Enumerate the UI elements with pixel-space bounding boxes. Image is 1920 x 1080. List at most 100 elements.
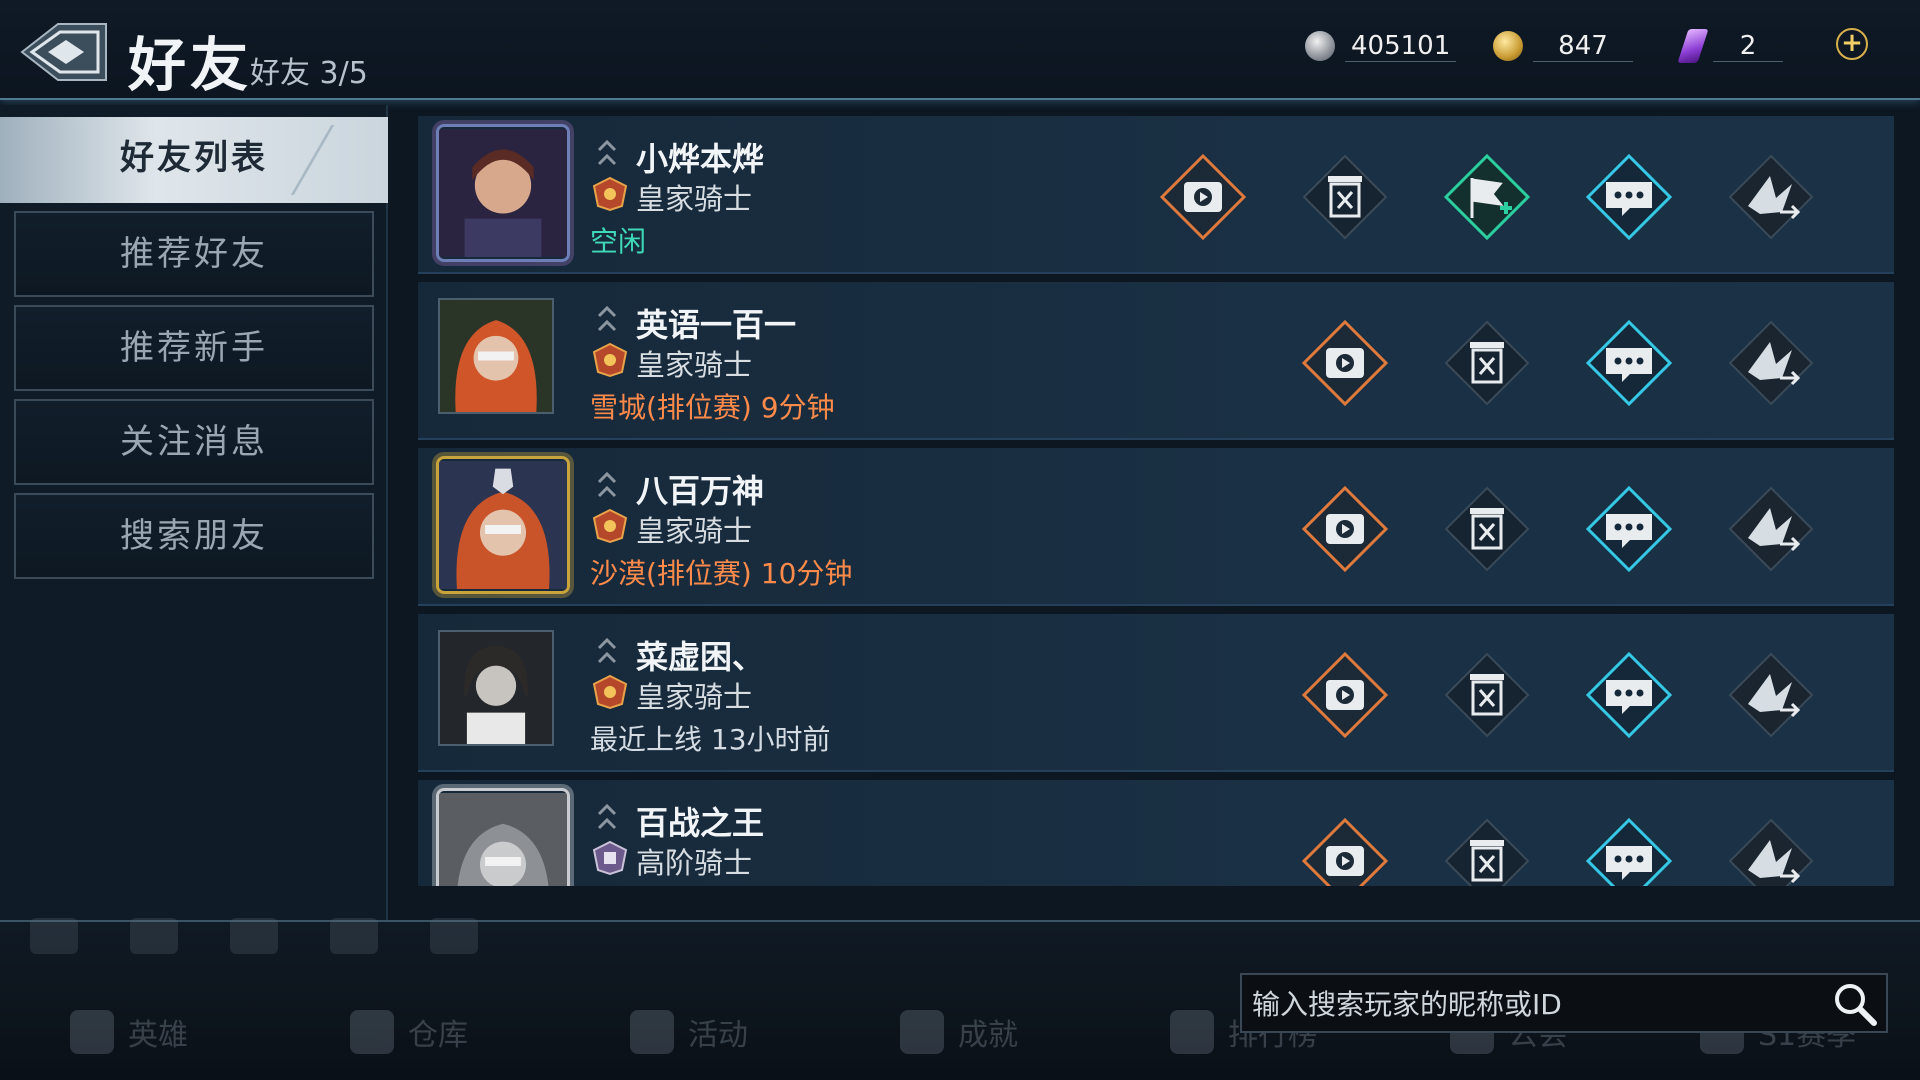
gold-amount: 847	[1533, 31, 1633, 62]
sidebar-item-label: 搜索朋友	[120, 516, 268, 556]
send-gift-button[interactable]	[1726, 318, 1816, 408]
rank-arrow-icon	[597, 139, 617, 166]
avatar[interactable]	[438, 298, 554, 414]
player-portrait-icon	[440, 300, 552, 412]
silver-coin-icon	[1305, 31, 1335, 61]
avatar[interactable]	[436, 456, 570, 594]
friend-name: 小烨本烨	[636, 140, 765, 178]
friend-name: 菜虚困、	[636, 638, 765, 676]
mail-icon	[330, 918, 378, 954]
chat-button[interactable]	[1584, 152, 1674, 242]
back-arrow-icon	[20, 23, 107, 81]
trophy-icon	[900, 1010, 944, 1054]
send-gift-button[interactable]	[1726, 650, 1816, 740]
friend-row[interactable]: 八百万神 皇家骑士 沙漠(排位赛) 10分钟	[418, 448, 1894, 606]
royal-knight-badge-icon	[592, 342, 628, 378]
royal-knight-badge-icon	[592, 508, 628, 544]
watch-button[interactable]	[1300, 318, 1390, 408]
delete-friend-button[interactable]	[1442, 484, 1532, 574]
friend-name: 八百万神	[636, 472, 765, 510]
avatar[interactable]	[436, 124, 570, 262]
add-currency-button[interactable]: +	[1836, 28, 1868, 60]
silver-currency: 405101	[1305, 26, 1457, 66]
chat-button[interactable]	[1584, 650, 1674, 740]
avatar[interactable]	[436, 788, 570, 886]
royal-knight-badge-icon	[592, 176, 628, 212]
top-bar: 好友 好友 3/5 405101 847 2 +	[0, 0, 1920, 100]
trash-icon	[1444, 486, 1530, 572]
send-gift-button[interactable]	[1726, 816, 1816, 886]
friend-row[interactable]: 菜虚困、 皇家骑士 最近上线 13小时前	[418, 614, 1894, 772]
back-button[interactable]	[18, 20, 110, 84]
chat-button[interactable]	[1584, 484, 1674, 574]
friend-row[interactable]: 百战之王 高阶骑士	[418, 780, 1894, 886]
sidebar-item-friend-list[interactable]: 好友列表	[0, 117, 388, 203]
sidebar-item-search-friends[interactable]: 搜索朋友	[14, 493, 374, 579]
sidebar-item-recommend-friends[interactable]: 推荐好友	[14, 211, 374, 297]
profile-icon	[430, 918, 478, 954]
friend-title: 皇家骑士	[636, 182, 753, 216]
send-gift-button[interactable]	[1726, 152, 1816, 242]
watch-button[interactable]	[1300, 816, 1390, 886]
invite-team-button[interactable]	[1442, 152, 1532, 242]
sidebar-item-label: 好友列表	[120, 138, 268, 178]
chat-bubble-icon	[1585, 319, 1673, 407]
friend-list[interactable]: 小烨本烨 皇家骑士 空闲 英语一百一 皇家骑士 雪城(排位赛) 9分钟 八百万神…	[418, 116, 1894, 886]
delete-friend-button[interactable]	[1442, 318, 1532, 408]
paper-crane-icon	[1728, 818, 1814, 886]
watch-replay-icon	[1301, 319, 1389, 407]
paper-crane-icon	[1728, 486, 1814, 572]
trash-icon	[1444, 818, 1530, 886]
silver-amount: 405101	[1345, 31, 1457, 62]
player-portrait-icon	[440, 632, 552, 744]
hero-icon	[70, 1010, 114, 1054]
nav-events[interactable]: 活动	[630, 1010, 748, 1054]
senior-knight-badge-icon	[592, 840, 628, 876]
nav-heroes[interactable]: 英雄	[70, 1010, 188, 1054]
friend-row[interactable]: 小烨本烨 皇家骑士 空闲	[418, 116, 1894, 274]
purple-gem-icon	[1677, 29, 1709, 63]
friend-title: 皇家骑士	[636, 514, 753, 548]
trash-icon	[1302, 154, 1388, 240]
paper-crane-icon	[1728, 652, 1814, 738]
sidebar-item-follow-messages[interactable]: 关注消息	[14, 399, 374, 485]
chat-bubble-icon	[1585, 153, 1673, 241]
book-icon	[230, 918, 278, 954]
leaderboard-icon	[1170, 1010, 1214, 1054]
delete-friend-button[interactable]	[1442, 650, 1532, 740]
friend-title: 皇家骑士	[636, 680, 753, 714]
search-icon[interactable]	[1830, 979, 1880, 1029]
chat-bubble-icon	[1585, 485, 1673, 573]
watch-replay-icon	[1301, 651, 1389, 739]
friend-title: 皇家骑士	[636, 348, 753, 382]
rank-arrow-icon	[597, 637, 617, 664]
watch-replay-icon	[1301, 485, 1389, 573]
watch-button[interactable]	[1300, 484, 1390, 574]
friend-status: 最近上线 13小时前	[590, 723, 831, 756]
gem-currency: 2	[1677, 26, 1783, 66]
friend-row[interactable]: 英语一百一 皇家骑士 雪城(排位赛) 9分钟	[418, 282, 1894, 440]
delete-friend-button[interactable]	[1442, 816, 1532, 886]
gem-amount: 2	[1713, 31, 1783, 62]
royal-knight-badge-icon	[592, 674, 628, 710]
chat-button[interactable]	[1584, 816, 1674, 886]
nav-achievements[interactable]: 成就	[900, 1010, 1018, 1054]
send-gift-button[interactable]	[1726, 484, 1816, 574]
chat-button[interactable]	[1584, 318, 1674, 408]
friend-status: 空闲	[590, 225, 647, 258]
gold-currency: 847	[1493, 26, 1633, 66]
sidebar-item-label: 关注消息	[120, 422, 268, 462]
friend-status: 雪城(排位赛) 9分钟	[590, 391, 835, 424]
delete-friend-button[interactable]	[1300, 152, 1390, 242]
avatar[interactable]	[438, 630, 554, 746]
rank-arrow-icon	[597, 305, 617, 332]
trash-icon	[1444, 320, 1530, 406]
rank-arrow-icon	[597, 471, 617, 498]
sidebar: 好友列表 推荐好友 推荐新手 关注消息 搜索朋友	[0, 105, 388, 920]
watch-button[interactable]	[1300, 650, 1390, 740]
search-input[interactable]	[1252, 983, 1812, 1025]
watch-button[interactable]	[1158, 152, 1248, 242]
nav-warehouse[interactable]: 仓库	[350, 1010, 468, 1054]
player-search	[1240, 973, 1888, 1033]
sidebar-item-recommend-newbies[interactable]: 推荐新手	[14, 305, 374, 391]
